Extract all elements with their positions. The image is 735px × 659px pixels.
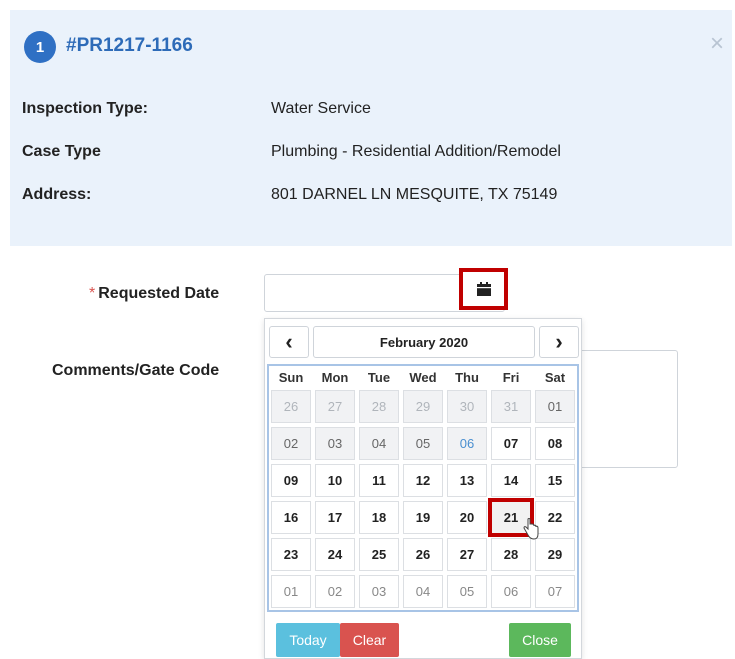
weekday-header: Sun Mon Tue Wed Thu Fri Sat: [269, 366, 577, 388]
day-cell[interactable]: 16: [270, 501, 312, 534]
day-cell: 03: [314, 427, 356, 460]
day-cell: 04: [358, 427, 400, 460]
datepicker-popup: ‹ February 2020 › Sun Mon Tue Wed Thu Fri Sat …: [264, 318, 582, 659]
requested-date-label: * Requested Date: [89, 285, 219, 303]
day-cell[interactable]: 03: [358, 575, 400, 608]
weekday-label: Sat: [544, 369, 566, 385]
day-cell[interactable]: 11: [358, 464, 400, 497]
calendar-week-row: 23 24 25 26 27 28 29: [269, 536, 577, 573]
close-icon[interactable]: ×: [710, 30, 724, 58]
hand-cursor-icon: [523, 518, 539, 540]
day-cell: 28: [358, 390, 400, 423]
day-cell[interactable]: 04: [402, 575, 444, 608]
month-title-button[interactable]: February 2020: [313, 326, 535, 358]
inspection-type-label: Inspection Type:: [22, 100, 148, 117]
weekday-label: Sun: [278, 369, 304, 385]
chevron-left-icon: ‹: [285, 329, 293, 354]
calendar-week-row: 26 27 28 29 30 31 01: [269, 388, 577, 425]
calendar-week-row: 01 02 03 04 05 06 07: [269, 573, 577, 610]
day-cell[interactable]: 18: [358, 501, 400, 534]
address-label: Address:: [22, 186, 92, 203]
day-cell[interactable]: 28: [490, 538, 532, 571]
weekday-label: Fri: [502, 369, 520, 385]
day-cell[interactable]: 15: [534, 464, 576, 497]
chevron-right-icon: ›: [555, 329, 563, 354]
case-id-title: #PR1217-1166: [66, 35, 193, 56]
day-cell: 29: [402, 390, 444, 423]
day-cell[interactable]: 14: [490, 464, 532, 497]
day-cell: 31: [490, 390, 532, 423]
day-cell[interactable]: 01: [270, 575, 312, 608]
day-cell: 05: [402, 427, 444, 460]
day-cell[interactable]: 26: [402, 538, 444, 571]
weekday-label: Tue: [367, 369, 391, 385]
day-cell[interactable]: 05: [446, 575, 488, 608]
day-cell: 30: [446, 390, 488, 423]
day-cell[interactable]: 23: [270, 538, 312, 571]
day-cell: 01: [534, 390, 576, 423]
step-badge: 1: [24, 31, 56, 63]
day-cell[interactable]: 10: [314, 464, 356, 497]
weekday-label: Thu: [455, 369, 479, 385]
day-cell[interactable]: 20: [446, 501, 488, 534]
day-cell: 27: [314, 390, 356, 423]
weekday-label: Mon: [321, 369, 349, 385]
day-cell[interactable]: 02: [314, 575, 356, 608]
day-cell[interactable]: 06: [490, 575, 532, 608]
required-marker: *: [89, 285, 96, 302]
address-value: 801 DARNEL LN MESQUITE, TX 75149: [271, 186, 558, 203]
day-cell: 26: [270, 390, 312, 423]
day-cell[interactable]: 13: [446, 464, 488, 497]
calendar-button[interactable]: [459, 268, 508, 310]
close-button[interactable]: Close: [509, 623, 571, 657]
day-cell[interactable]: 25: [358, 538, 400, 571]
day-cell[interactable]: 22: [534, 501, 576, 534]
weekday-label: Wed: [409, 369, 437, 385]
day-cell[interactable]: 08: [534, 427, 576, 460]
requested-date-label-text: Requested Date: [98, 285, 220, 302]
calendar-week-row: 09 10 11 12 13 14 15: [269, 462, 577, 499]
day-cell[interactable]: 09: [270, 464, 312, 497]
day-cell[interactable]: 29: [534, 538, 576, 571]
next-month-button[interactable]: ›: [539, 326, 579, 358]
day-cell[interactable]: 06: [446, 427, 488, 460]
day-cell: 02: [270, 427, 312, 460]
calendar-grid: Sun Mon Tue Wed Thu Fri Sat 26 27 28 29 30 31 01 02 03…: [267, 364, 579, 612]
calendar-weeks: 26 27 28 29 30 31 01 02 03 04 05 06 07 08 09 10 11 12 13 14…: [269, 388, 577, 610]
clear-button[interactable]: Clear: [340, 623, 399, 657]
day-cell[interactable]: 17: [314, 501, 356, 534]
case-type-value: Plumbing - Residential Addition/Remodel: [271, 143, 561, 160]
day-cell[interactable]: 24: [314, 538, 356, 571]
today-button[interactable]: Today: [276, 623, 340, 657]
comments-label: Comments/Gate Code: [52, 362, 220, 379]
calendar-week-row: 02 03 04 05 06 07 08: [269, 425, 577, 462]
day-cell[interactable]: 27: [446, 538, 488, 571]
case-type-label: Case Type: [22, 143, 101, 160]
inspection-type-value: Water Service: [271, 100, 371, 117]
day-cell[interactable]: 07: [490, 427, 532, 460]
day-cell[interactable]: 12: [402, 464, 444, 497]
day-cell[interactable]: 07: [534, 575, 576, 608]
prev-month-button[interactable]: ‹: [269, 326, 309, 358]
day-cell[interactable]: 19: [402, 501, 444, 534]
calendar-icon: [476, 282, 491, 296]
